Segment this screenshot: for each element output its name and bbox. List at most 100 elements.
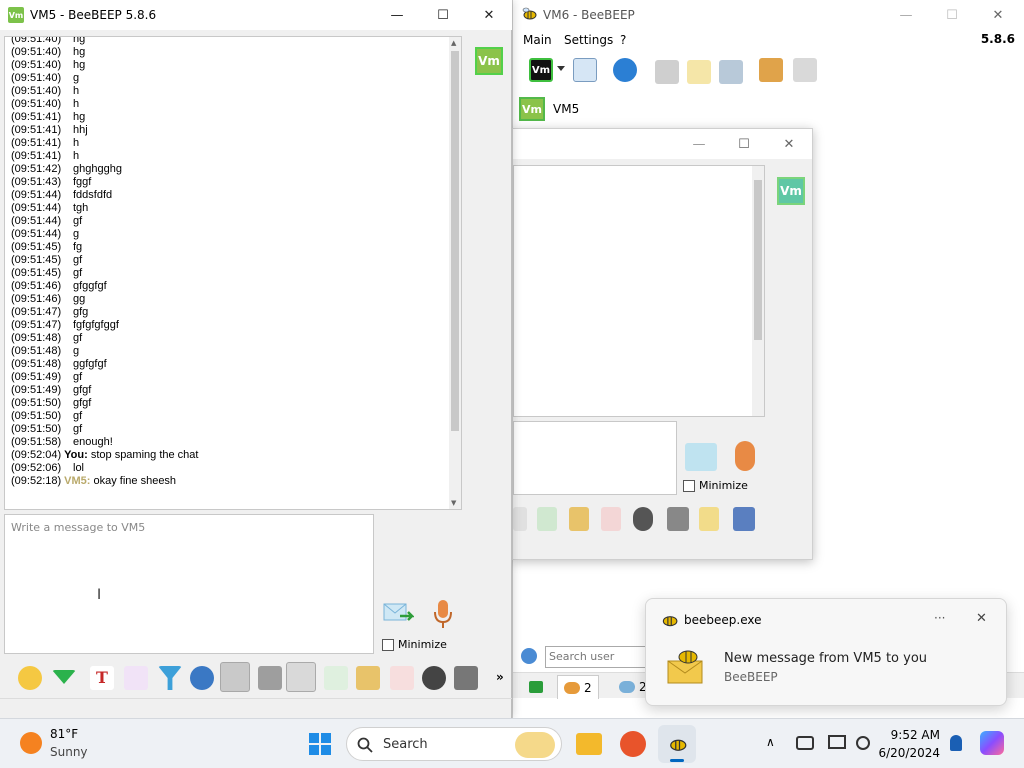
- chat-message: (09:51:42) ghghgghg: [11, 163, 449, 176]
- windows-start-icon[interactable]: [309, 733, 331, 755]
- save-icon[interactable]: [733, 507, 755, 531]
- vm6-title-bar[interactable]: VM6 - BeeBEEP — ☐ ✕: [513, 0, 1024, 30]
- vm5-title-bar[interactable]: Vm VM5 - BeeBEEP 5.8.6 — ☐ ✕: [0, 0, 512, 30]
- tray-icon[interactable]: [220, 662, 250, 692]
- user-row-vm5[interactable]: Vm VM5: [519, 96, 819, 122]
- text-format-icon[interactable]: T: [90, 666, 114, 690]
- chevron-up-icon[interactable]: ∧: [766, 735, 775, 749]
- volume-off-icon[interactable]: [856, 736, 870, 750]
- notification-toast[interactable]: beebeep.exe ··· ✕ New message from VM5 t…: [645, 598, 1007, 706]
- group-chat-icon: [619, 681, 635, 693]
- notification-app-name: beebeep.exe: [684, 613, 762, 627]
- more-chevron-icon[interactable]: »: [496, 670, 504, 684]
- minimize-icon[interactable]: —: [374, 0, 420, 30]
- menu-settings[interactable]: Settings: [564, 33, 613, 47]
- microphone-icon[interactable]: [432, 598, 454, 630]
- folder-icon[interactable]: [569, 507, 589, 531]
- minimize-option[interactable]: Minimize: [683, 479, 748, 492]
- maximize-icon[interactable]: ☐: [721, 129, 767, 159]
- close-icon[interactable]: ✕: [975, 0, 1021, 30]
- music-icon[interactable]: [286, 662, 316, 692]
- copilot-icon[interactable]: [980, 731, 1004, 755]
- message-text: gf: [73, 371, 83, 383]
- message-text: gf: [73, 332, 83, 344]
- message-text: okay fine sheesh: [93, 475, 177, 487]
- scroll-thumb[interactable]: [451, 51, 459, 431]
- network-off-icon[interactable]: [796, 736, 814, 750]
- chat-message: (09:51:41) hhj: [11, 124, 449, 137]
- music-icon[interactable]: [513, 507, 527, 531]
- tools-icon[interactable]: [719, 60, 743, 84]
- camera-icon[interactable]: [422, 666, 446, 690]
- taskbar-search[interactable]: Search: [346, 727, 562, 761]
- filter-icon[interactable]: [158, 666, 182, 690]
- send-icon[interactable]: [685, 443, 717, 471]
- send-icon[interactable]: [382, 600, 414, 628]
- beebeep-taskbar-button[interactable]: [658, 725, 696, 763]
- maximize-icon[interactable]: ☐: [420, 0, 466, 30]
- notification-bell-icon[interactable]: [950, 735, 962, 751]
- save-file-icon[interactable]: [324, 666, 348, 690]
- message-text: gf: [73, 410, 83, 422]
- minimize-checkbox[interactable]: [683, 479, 695, 492]
- message-text: ggfgfgf: [73, 358, 107, 370]
- edit-icon[interactable]: [687, 60, 711, 84]
- close-icon[interactable]: ✕: [766, 129, 812, 159]
- message-timestamp: (09:51:49): [11, 384, 62, 396]
- message-timestamp: (09:51:45): [11, 267, 62, 279]
- chat-log[interactable]: [513, 165, 765, 417]
- message-input[interactable]: [513, 421, 677, 495]
- maximize-icon[interactable]: ☐: [929, 0, 975, 30]
- search-user-input[interactable]: Search user: [545, 646, 655, 668]
- screenshot-icon[interactable]: [454, 666, 478, 690]
- minimize-icon[interactable]: —: [676, 129, 722, 159]
- close-icon[interactable]: ✕: [976, 611, 987, 626]
- download-icon[interactable]: [759, 58, 783, 82]
- clock-time[interactable]: 9:52 AM: [880, 728, 940, 742]
- close-icon[interactable]: ✕: [466, 0, 512, 30]
- microphone-icon[interactable]: [735, 441, 755, 471]
- settings-gear-icon[interactable]: [190, 666, 214, 690]
- scrollbar[interactable]: ▲ ▼: [449, 37, 461, 509]
- trash-icon[interactable]: [793, 58, 817, 82]
- network-icon[interactable]: [613, 58, 637, 82]
- message-timestamp: (09:51:40): [11, 46, 62, 58]
- profile-edit-icon[interactable]: [573, 58, 597, 82]
- chat-title-bar[interactable]: — ☐ ✕: [513, 129, 812, 159]
- arrow-down-icon[interactable]: [52, 670, 76, 684]
- clock-date[interactable]: 6/20/2024: [870, 746, 940, 760]
- sun-icon[interactable]: [20, 732, 42, 754]
- emoji-icon[interactable]: [18, 666, 42, 690]
- firefox-icon[interactable]: [620, 731, 646, 757]
- weather-description[interactable]: Sunny: [50, 745, 88, 759]
- tab-users[interactable]: 2: [557, 675, 599, 699]
- folder-icon[interactable]: [356, 666, 380, 690]
- home-icon[interactable]: [655, 60, 679, 84]
- display-icon[interactable]: [828, 735, 846, 749]
- gear-icon[interactable]: [521, 648, 537, 664]
- save-file-icon[interactable]: [537, 507, 557, 531]
- menu-help[interactable]: ?: [620, 33, 626, 47]
- chevron-down-icon[interactable]: [557, 66, 565, 71]
- minimize-checkbox[interactable]: [382, 638, 394, 651]
- message-timestamp: (09:51:46): [11, 280, 62, 292]
- code-icon[interactable]: [601, 507, 621, 531]
- message-input[interactable]: Write a message to VM5 I: [4, 514, 374, 654]
- tab-chats[interactable]: [523, 675, 549, 699]
- chat-log[interactable]: (09:51:40) hg (09:51:40) hg (09:51:40) hg (09:…: [4, 36, 462, 510]
- minimize-option[interactable]: Minimize: [382, 638, 447, 651]
- color-picker-icon[interactable]: [124, 666, 148, 690]
- code-icon[interactable]: [390, 666, 414, 690]
- weather-temperature[interactable]: 81°F: [50, 727, 78, 741]
- note-icon[interactable]: [699, 507, 719, 531]
- more-options-icon[interactable]: ···: [934, 611, 945, 625]
- message-timestamp: (09:51:50): [11, 410, 62, 422]
- file-explorer-icon[interactable]: [576, 733, 602, 755]
- spellcheck-icon[interactable]: [258, 666, 282, 690]
- menu-main[interactable]: Main: [523, 33, 552, 47]
- minimize-icon[interactable]: —: [883, 0, 929, 30]
- screenshot-icon[interactable]: [667, 507, 689, 531]
- camera-icon[interactable]: [633, 507, 653, 531]
- scrollbar[interactable]: [752, 166, 764, 416]
- status-icon[interactable]: Vm: [529, 58, 553, 82]
